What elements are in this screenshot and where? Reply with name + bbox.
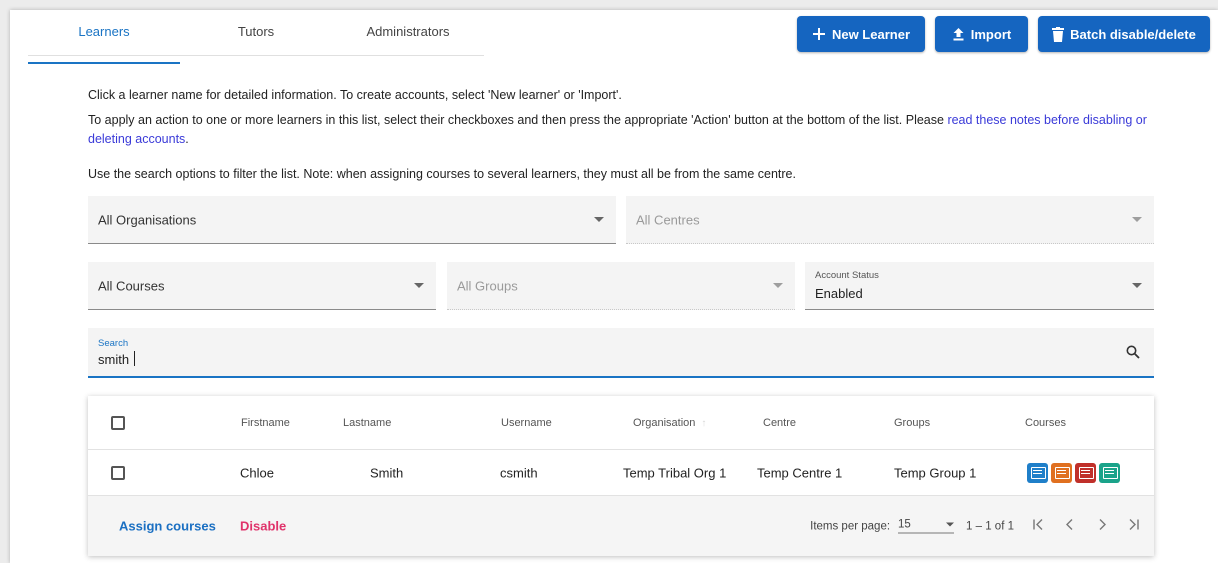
batch-disable-delete-button[interactable]: Batch disable/delete bbox=[1038, 16, 1210, 52]
learner-centre: Temp Centre 1 bbox=[757, 465, 843, 480]
course-select-value: All Courses bbox=[98, 278, 165, 293]
new-learner-button[interactable]: New Learner bbox=[797, 16, 925, 52]
upload-icon bbox=[953, 28, 964, 41]
search-input[interactable] bbox=[98, 352, 998, 367]
table-row: Chloe Smith csmith Temp Tribal Org 1 Tem… bbox=[88, 450, 1154, 496]
search-label: Search bbox=[98, 338, 129, 349]
learner-lastname[interactable]: Smith bbox=[370, 465, 403, 480]
paginator: Items per page: 15 1 – 1 of 1 bbox=[810, 519, 1140, 534]
learner-organisation: Temp Tribal Org 1 bbox=[623, 465, 727, 480]
last-page-icon[interactable] bbox=[1128, 519, 1140, 534]
learners-table: Firstname Lastname Username Organisation… bbox=[88, 396, 1154, 556]
first-page-icon[interactable] bbox=[1032, 519, 1044, 534]
import-button[interactable]: Import bbox=[935, 16, 1028, 52]
info-line-2: To apply an action to one or more learne… bbox=[88, 111, 1168, 149]
batch-label: Batch disable/delete bbox=[1070, 26, 1196, 42]
learner-username: csmith bbox=[500, 465, 538, 480]
table-header: Firstname Lastname Username Organisation… bbox=[88, 396, 1154, 450]
col-lastname[interactable]: Lastname bbox=[343, 417, 391, 429]
course-icon-blue[interactable] bbox=[1027, 462, 1048, 483]
learners-page: Learners Tutors Administrators New Learn… bbox=[10, 10, 1218, 563]
col-centre[interactable]: Centre bbox=[763, 417, 796, 429]
search-icon[interactable] bbox=[1126, 345, 1140, 359]
tab-learners[interactable]: Learners bbox=[28, 16, 180, 64]
course-icon-teal[interactable] bbox=[1099, 462, 1120, 483]
assign-courses-button[interactable]: Assign courses bbox=[119, 519, 216, 534]
organisation-select[interactable]: All Organisations bbox=[88, 196, 616, 244]
disable-button[interactable]: Disable bbox=[240, 519, 286, 534]
import-label: Import bbox=[970, 26, 1012, 42]
chevron-down-icon bbox=[1132, 216, 1142, 222]
items-per-page-select[interactable]: 15 bbox=[898, 518, 955, 534]
row-checkbox[interactable] bbox=[111, 465, 125, 480]
info-line-1: Click a learner name for detailed inform… bbox=[88, 88, 622, 102]
trash-icon bbox=[1052, 26, 1065, 42]
items-per-page-value: 15 bbox=[898, 518, 911, 531]
chevron-down-icon bbox=[946, 522, 955, 527]
info-line-2-text: To apply an action to one or more learne… bbox=[88, 113, 948, 127]
chevron-down-icon bbox=[1132, 282, 1142, 288]
search-field[interactable]: Search bbox=[88, 328, 1154, 378]
account-status-select[interactable]: Account Status Enabled bbox=[805, 262, 1154, 310]
col-courses: Courses bbox=[1025, 416, 1066, 429]
chevron-down-icon bbox=[594, 216, 604, 222]
tab-tutors[interactable]: Tutors bbox=[180, 16, 332, 55]
centre-select-value: All Centres bbox=[636, 212, 700, 227]
info-line-2-end: . bbox=[185, 132, 189, 146]
previous-page-icon[interactable] bbox=[1064, 519, 1076, 534]
col-organisation[interactable]: Organisation ↑ bbox=[633, 417, 706, 429]
chevron-down-icon bbox=[773, 282, 783, 288]
learner-firstname[interactable]: Chloe bbox=[240, 465, 274, 480]
col-firstname[interactable]: Firstname bbox=[241, 417, 290, 429]
centre-select: All Centres bbox=[626, 196, 1154, 244]
group-select-value: All Groups bbox=[457, 278, 518, 293]
learner-courses bbox=[1027, 462, 1120, 483]
items-per-page-label: Items per page: bbox=[810, 520, 891, 532]
course-select[interactable]: All Courses bbox=[88, 262, 436, 310]
table-footer: Assign courses Disable Items per page: 1… bbox=[88, 496, 1154, 556]
course-icon-red[interactable] bbox=[1075, 462, 1096, 483]
info-line-3: Use the search options to filter the lis… bbox=[88, 167, 796, 181]
learner-groups: Temp Group 1 bbox=[894, 465, 977, 480]
text-cursor bbox=[134, 351, 135, 366]
page-range: 1 – 1 of 1 bbox=[966, 520, 1014, 532]
new-learner-label: New Learner bbox=[831, 26, 911, 42]
group-select: All Groups bbox=[447, 262, 795, 310]
plus-icon bbox=[812, 28, 825, 40]
organisation-select-value: All Organisations bbox=[98, 212, 197, 227]
account-status-label: Account Status bbox=[815, 270, 879, 281]
chevron-down-icon bbox=[414, 282, 424, 288]
course-icon-orange[interactable] bbox=[1051, 462, 1072, 483]
user-type-tabs: Learners Tutors Administrators bbox=[28, 16, 484, 64]
account-status-value: Enabled bbox=[815, 286, 863, 301]
next-page-icon[interactable] bbox=[1096, 519, 1108, 534]
col-groups[interactable]: Groups bbox=[894, 417, 930, 429]
select-all-checkbox[interactable] bbox=[111, 415, 125, 430]
col-organisation-label: Organisation bbox=[633, 416, 696, 429]
page-nav bbox=[1032, 519, 1140, 534]
sort-arrow-icon: ↑ bbox=[701, 417, 707, 429]
tab-administrators[interactable]: Administrators bbox=[332, 16, 484, 55]
col-username[interactable]: Username bbox=[501, 417, 552, 429]
